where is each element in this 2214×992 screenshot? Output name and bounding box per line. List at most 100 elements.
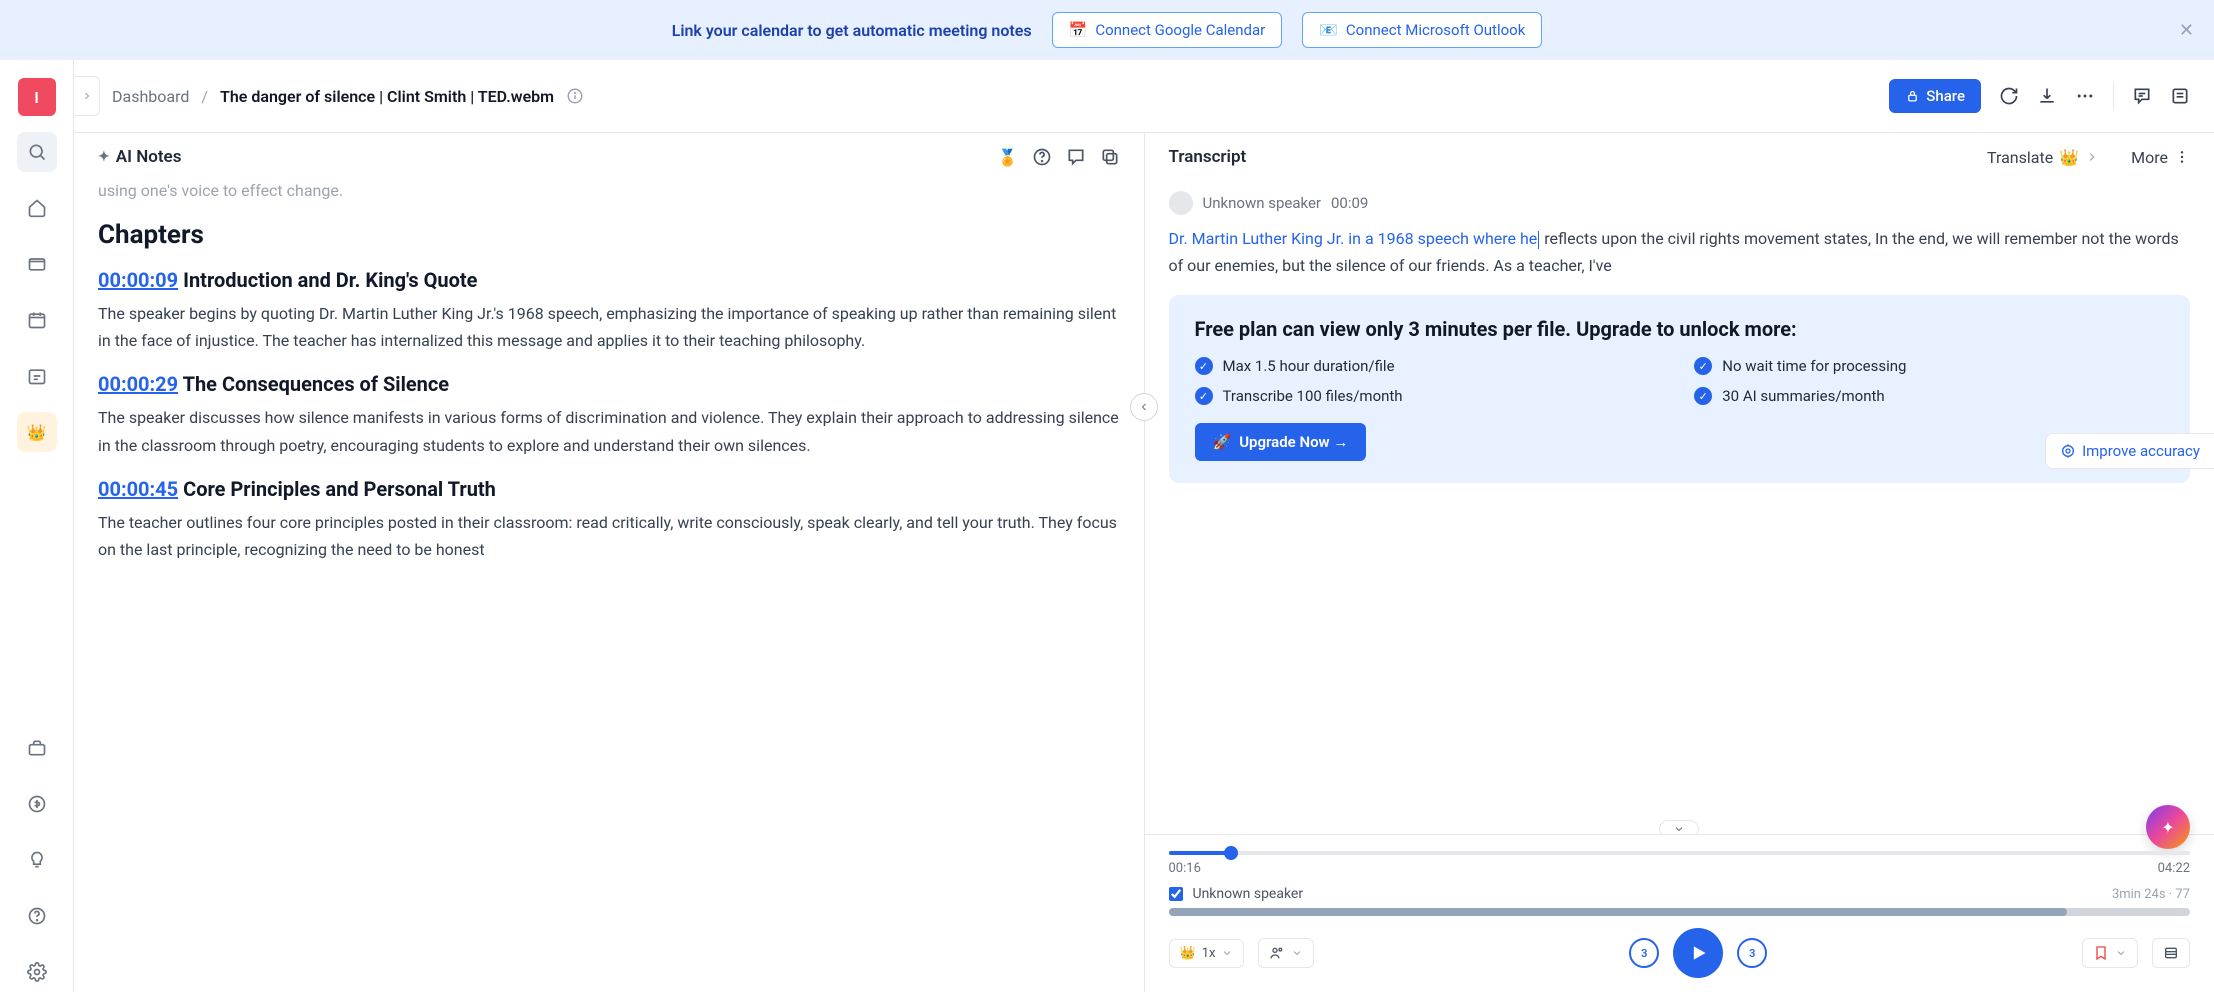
download-icon[interactable]	[2037, 86, 2057, 106]
check-icon: ✓	[1195, 387, 1213, 405]
briefcase-icon[interactable]	[17, 728, 57, 768]
chapters-heading: Chapters	[98, 220, 1120, 250]
speaker-activity-bar	[1169, 908, 2191, 916]
skip-back-button[interactable]: 3	[1629, 938, 1659, 968]
check-icon: ✓	[1195, 357, 1213, 375]
transcript-title: Transcript	[1169, 147, 1247, 167]
outlook-icon: 📧	[1319, 21, 1338, 39]
chapter-timestamp[interactable]: 00:00:45	[98, 477, 178, 501]
pane-collapse-button[interactable]	[1130, 393, 1158, 421]
refresh-icon[interactable]	[1999, 86, 2019, 106]
crown-icon: 👑	[1180, 946, 1196, 961]
breadcrumb-sep: /	[201, 87, 208, 106]
transcript-pane: Transcript Translate 👑 More	[1145, 133, 2214, 992]
notes-title: AI Notes	[98, 147, 181, 167]
help-circle-icon[interactable]	[1032, 147, 1052, 167]
layout-button[interactable]	[2152, 938, 2190, 968]
player-speaker-duration: 3min 24s · 77	[2112, 887, 2190, 902]
more-label: More	[2131, 148, 2168, 167]
upgrade-feature: Transcribe 100 files/month	[1223, 387, 1403, 405]
speaker-checkbox[interactable]	[1169, 887, 1183, 901]
connect-google-button[interactable]: 📅 Connect Google Calendar	[1052, 12, 1283, 48]
info-icon[interactable]	[566, 87, 584, 105]
breadcrumb-title: The danger of silence | Clint Smith | TE…	[220, 87, 554, 106]
share-label: Share	[1926, 87, 1965, 105]
close-banner-button[interactable]: ✕	[2179, 20, 2194, 41]
player-speaker-label[interactable]: Unknown speaker	[1193, 886, 1304, 902]
upgrade-feature: 30 AI summaries/month	[1722, 387, 1884, 405]
chapter-body: The speaker discusses how silence manife…	[98, 404, 1120, 458]
improve-label: Improve accuracy	[2082, 442, 2200, 460]
idea-icon[interactable]	[17, 840, 57, 880]
share-button[interactable]: Share	[1889, 79, 1981, 113]
check-icon: ✓	[1694, 387, 1712, 405]
upgrade-card: Free plan can view only 3 minutes per fi…	[1169, 295, 2191, 483]
prev-summary-line: using one's voice to effect change.	[98, 181, 1120, 200]
transcript-segment[interactable]: Dr. Martin Luther King Jr. in a 1968 spe…	[1169, 225, 2191, 279]
chapter-title-text: The Consequences of Silence	[183, 372, 450, 396]
chapter-title-text: Core Principles and Personal Truth	[183, 477, 496, 501]
award-icon[interactable]: 🏅	[998, 148, 1018, 167]
breadcrumb-root[interactable]: Dashboard	[112, 87, 189, 106]
topbar: Dashboard / The danger of silence | Clin…	[74, 60, 2214, 133]
playhead[interactable]	[1224, 846, 1238, 860]
expand-sidebar-button[interactable]	[74, 76, 100, 116]
chapter-title-text: Introduction and Dr. King's Quote	[183, 268, 477, 292]
copy-icon[interactable]	[1100, 147, 1120, 167]
speaker-name[interactable]: Unknown speaker	[1203, 194, 1322, 212]
skip-forward-button[interactable]: 3	[1737, 938, 1767, 968]
notes-panel-icon[interactable]	[2170, 86, 2190, 106]
rocket-icon: 🚀	[1213, 433, 1232, 451]
schedule-icon[interactable]	[17, 356, 57, 396]
current-time: 00:16	[1169, 861, 1201, 876]
billing-icon[interactable]	[17, 784, 57, 824]
total-time: 04:22	[2158, 861, 2190, 876]
improve-accuracy-button[interactable]: Improve accuracy	[2045, 433, 2214, 469]
google-label: Connect Google Calendar	[1095, 21, 1265, 39]
timeline-progress	[1169, 851, 1231, 855]
translate-button[interactable]: Translate 👑	[1987, 148, 2099, 167]
speaker-avatar	[1169, 191, 1193, 215]
more-button[interactable]: More	[2131, 148, 2190, 167]
upgrade-feature: Max 1.5 hour duration/file	[1223, 357, 1395, 375]
upgrade-button-label: Upgrade Now →	[1239, 433, 1348, 451]
transcript-highlight: Dr. Martin Luther King Jr. in a 1968 spe…	[1169, 229, 1538, 248]
speed-label: 1x	[1202, 946, 1216, 961]
connect-outlook-button[interactable]: 📧 Connect Microsoft Outlook	[1302, 12, 1542, 48]
chapter-body: The speaker begins by quoting Dr. Martin…	[98, 300, 1120, 354]
play-button[interactable]	[1673, 928, 1723, 978]
home-icon[interactable]	[17, 188, 57, 228]
upgrade-button[interactable]: 🚀 Upgrade Now →	[1195, 423, 1367, 461]
chapter-timestamp[interactable]: 00:00:29	[98, 372, 178, 396]
timeline-track[interactable]	[1169, 851, 2191, 855]
crown-icon[interactable]: 👑	[17, 412, 57, 452]
search-icon[interactable]	[17, 132, 57, 172]
comment-icon[interactable]	[2132, 86, 2152, 106]
speed-button[interactable]: 👑 1x	[1169, 939, 1245, 968]
upgrade-feature: No wait time for processing	[1722, 357, 1906, 375]
speaker-timestamp[interactable]: 00:09	[1331, 194, 1368, 212]
left-sidebar: I 👑	[0, 60, 74, 992]
ai-assist-fab[interactable]: ✦	[2146, 805, 2190, 849]
chat-icon[interactable]	[1066, 147, 1086, 167]
help-icon[interactable]	[17, 896, 57, 936]
chapter-timestamp[interactable]: 00:00:09	[98, 268, 178, 292]
upgrade-title: Free plan can view only 3 minutes per fi…	[1195, 317, 2165, 341]
collapse-upgrade-button[interactable]	[1659, 820, 1699, 834]
topbar-separator	[2113, 82, 2114, 110]
crown-icon: 👑	[2059, 148, 2079, 167]
user-avatar[interactable]: I	[18, 78, 56, 116]
folder-icon[interactable]	[17, 244, 57, 284]
settings-icon[interactable]	[17, 952, 57, 992]
google-calendar-icon: 📅	[1069, 21, 1088, 39]
notes-pane: AI Notes 🏅 using one's voice to effect c…	[74, 133, 1145, 992]
more-icon[interactable]	[2075, 86, 2095, 106]
calendar-banner: Link your calendar to get automatic meet…	[0, 0, 2214, 60]
translate-label: Translate	[1987, 148, 2053, 167]
check-icon: ✓	[1694, 357, 1712, 375]
banner-text: Link your calendar to get automatic meet…	[672, 21, 1032, 40]
speaker-filter-button[interactable]	[1258, 938, 1314, 968]
chapter-body: The teacher outlines four core principle…	[98, 509, 1120, 563]
bookmark-button[interactable]	[2082, 938, 2138, 968]
calendar-icon[interactable]	[17, 300, 57, 340]
